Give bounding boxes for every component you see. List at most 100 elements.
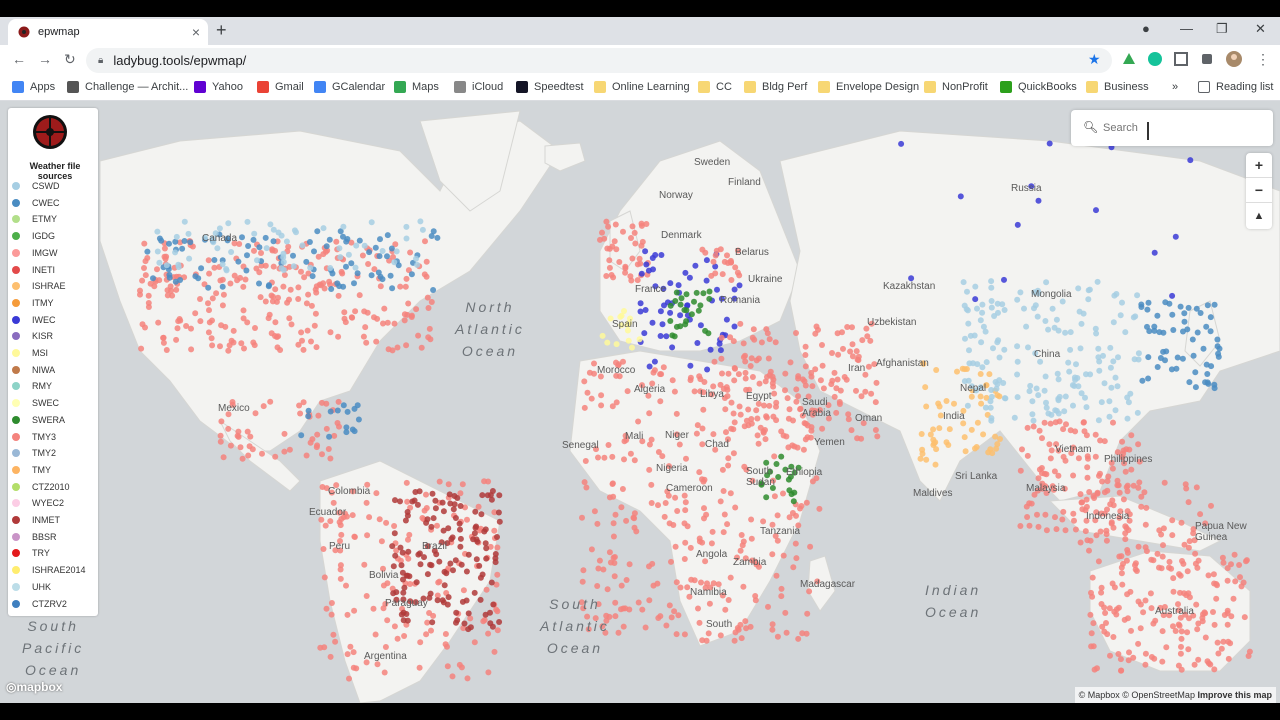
station-dot[interactable] — [1203, 361, 1210, 368]
station-dot[interactable] — [441, 568, 448, 575]
station-dot[interactable] — [270, 263, 277, 270]
station-dot[interactable] — [1130, 314, 1137, 321]
station-dot[interactable] — [270, 238, 277, 245]
station-dot[interactable] — [951, 400, 957, 407]
station-dot[interactable] — [1049, 305, 1056, 312]
back-icon[interactable]: ← — [12, 51, 26, 67]
station-dot[interactable] — [401, 311, 408, 318]
station-dot[interactable] — [394, 635, 401, 642]
station-dot[interactable] — [677, 584, 684, 591]
station-dot[interactable] — [1220, 638, 1227, 645]
station-dot[interactable] — [1170, 623, 1176, 630]
station-dot[interactable] — [235, 433, 242, 440]
station-dot[interactable] — [874, 433, 881, 440]
station-dot[interactable] — [209, 317, 215, 324]
station-dot[interactable] — [331, 432, 338, 439]
station-dot[interactable] — [1128, 627, 1134, 634]
station-dot[interactable] — [612, 221, 619, 228]
station-dot[interactable] — [1026, 500, 1033, 507]
station-dot[interactable] — [1192, 550, 1199, 557]
station-dot[interactable] — [1086, 547, 1092, 554]
station-dot[interactable] — [615, 629, 622, 636]
station-dot[interactable] — [978, 339, 985, 346]
station-dot[interactable] — [1185, 304, 1192, 311]
station-dot[interactable] — [465, 551, 472, 558]
station-dot[interactable] — [223, 267, 230, 274]
station-dot[interactable] — [740, 583, 747, 590]
station-dot[interactable] — [739, 542, 746, 549]
station-dot[interactable] — [706, 288, 713, 295]
station-dot[interactable] — [475, 503, 482, 510]
station-dot[interactable] — [413, 255, 419, 262]
station-dot[interactable] — [391, 530, 398, 537]
station-dot[interactable] — [337, 575, 344, 582]
station-dot[interactable] — [632, 240, 639, 247]
station-dot[interactable] — [1132, 562, 1138, 569]
station-dot[interactable] — [1124, 394, 1131, 401]
station-dot[interactable] — [416, 488, 423, 495]
station-dot[interactable] — [397, 283, 404, 290]
station-dot[interactable] — [404, 572, 411, 579]
station-dot[interactable] — [192, 310, 199, 317]
legend-item[interactable]: MSI — [12, 346, 48, 360]
station-dot[interactable] — [782, 370, 789, 377]
station-dot[interactable] — [767, 368, 774, 375]
station-dot[interactable] — [841, 374, 848, 380]
station-dot[interactable] — [659, 321, 666, 328]
station-dot[interactable] — [1055, 376, 1062, 383]
station-dot[interactable] — [764, 374, 770, 380]
station-dot[interactable] — [642, 307, 649, 313]
legend-item[interactable]: TMY3 — [12, 430, 56, 444]
station-dot[interactable] — [1207, 661, 1214, 668]
station-dot[interactable] — [1073, 361, 1079, 368]
station-dot[interactable] — [1128, 432, 1135, 439]
station-dot[interactable] — [400, 589, 407, 596]
station-dot[interactable] — [636, 336, 643, 343]
station-dot[interactable] — [328, 611, 335, 618]
station-dot[interactable] — [1072, 428, 1079, 435]
station-dot[interactable] — [394, 344, 401, 351]
station-dot[interactable] — [425, 305, 432, 311]
station-dot[interactable] — [1228, 561, 1234, 568]
station-dot[interactable] — [1126, 649, 1132, 656]
station-dot[interactable] — [802, 363, 809, 370]
station-dot[interactable] — [1109, 465, 1116, 472]
station-dot[interactable] — [351, 607, 358, 614]
station-dot[interactable] — [243, 267, 250, 274]
station-dot[interactable] — [350, 664, 357, 671]
station-dot[interactable] — [254, 257, 260, 264]
station-dot[interactable] — [225, 347, 232, 354]
station-dot[interactable] — [774, 512, 781, 519]
station-dot[interactable] — [1137, 625, 1144, 632]
zoom-out-button[interactable]: − — [1246, 178, 1272, 203]
station-dot[interactable] — [667, 302, 674, 309]
station-dot[interactable] — [751, 336, 758, 343]
station-dot[interactable] — [144, 248, 151, 255]
station-dot[interactable] — [156, 259, 163, 266]
station-dot[interactable] — [257, 294, 264, 301]
bookmark-item[interactable]: GCalendar — [314, 81, 385, 93]
station-dot[interactable] — [185, 230, 192, 237]
station-dot[interactable] — [250, 236, 257, 243]
station-dot[interactable] — [990, 345, 996, 352]
station-dot[interactable] — [968, 393, 975, 400]
station-dot[interactable] — [145, 292, 152, 299]
station-dot[interactable] — [961, 434, 968, 441]
station-dot[interactable] — [424, 516, 431, 523]
station-dot[interactable] — [946, 426, 953, 433]
station-dot[interactable] — [473, 556, 480, 563]
station-dot[interactable] — [1103, 531, 1110, 538]
station-dot[interactable] — [179, 245, 186, 252]
station-dot[interactable] — [829, 350, 835, 356]
station-dot[interactable] — [428, 233, 435, 239]
station-dot[interactable] — [1136, 479, 1143, 486]
station-dot[interactable] — [737, 320, 744, 327]
station-dot[interactable] — [967, 332, 974, 339]
station-dot[interactable] — [1178, 635, 1185, 642]
station-dot[interactable] — [765, 603, 771, 610]
station-dot[interactable] — [1169, 292, 1176, 299]
station-dot[interactable] — [1193, 484, 1200, 491]
station-dot[interactable] — [1202, 634, 1209, 641]
station-dot[interactable] — [754, 432, 761, 439]
station-dot[interactable] — [244, 252, 250, 259]
